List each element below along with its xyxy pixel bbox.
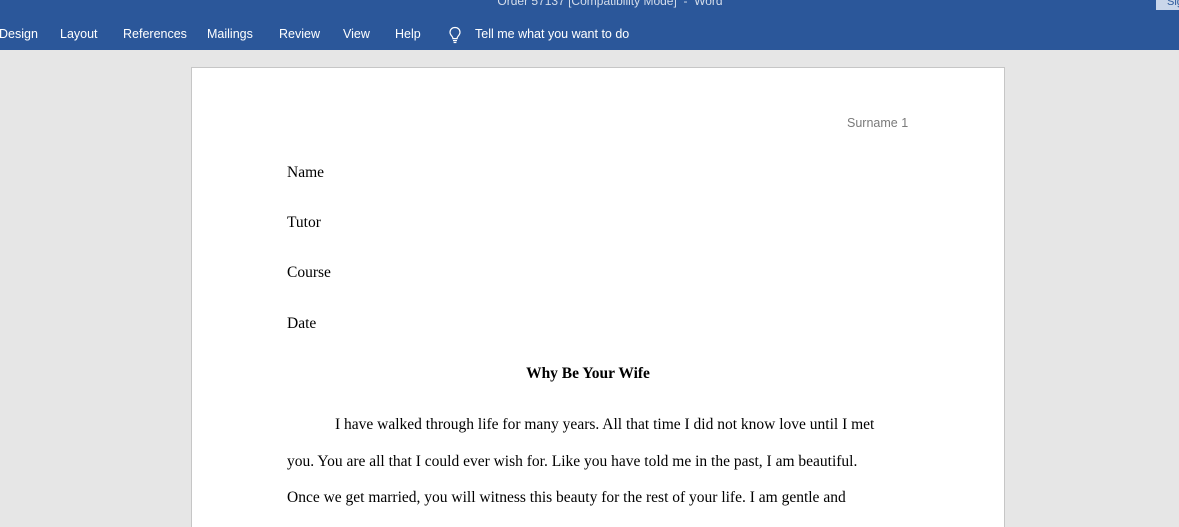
body-line-1: I have walked through life for many year…: [335, 416, 875, 433]
heading-name: Name: [287, 164, 325, 181]
ribbon: Order 57137 [Compatibility Mode] - Word …: [0, 0, 1179, 50]
body-line-2: you. You are all that I could ever wish …: [287, 453, 858, 470]
heading-date: Date: [287, 315, 317, 332]
heading-tutor: Tutor: [287, 214, 321, 231]
lightbulb-icon[interactable]: [448, 26, 462, 44]
window-title: Order 57137 [Compatibility Mode] - Word: [497, 0, 723, 8]
heading-course: Course: [287, 264, 331, 281]
tab-mailings[interactable]: Mailings: [207, 26, 253, 43]
page-header: Surname 1: [847, 116, 909, 130]
tab-review[interactable]: Review: [279, 26, 320, 43]
tab-help[interactable]: Help: [395, 26, 421, 43]
sign-in-button[interactable]: Sign in: [1156, 0, 1179, 10]
document-title: Why Be Your Wife: [526, 365, 650, 382]
word-window: Order 57137 [Compatibility Mode] - Word …: [0, 0, 1179, 527]
tab-design[interactable]: Design: [0, 26, 38, 43]
body-line-3: Once we get married, you will witness th…: [287, 489, 846, 506]
tab-references[interactable]: References: [123, 26, 187, 43]
tab-layout[interactable]: Layout: [60, 26, 98, 43]
tell-me-search[interactable]: Tell me what you want to do: [475, 26, 629, 43]
tab-view[interactable]: View: [343, 26, 370, 43]
